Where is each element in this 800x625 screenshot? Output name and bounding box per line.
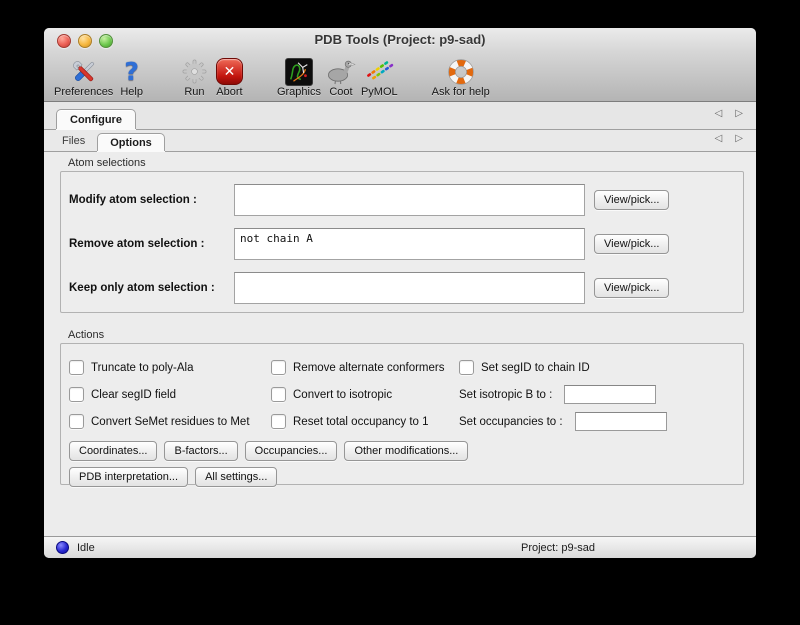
tab-strip-configure: Configure ◁ ▷ (44, 102, 756, 130)
tab-options[interactable]: Options (97, 133, 165, 151)
toolbar-item-label: PyMOL (361, 86, 398, 98)
tab-files[interactable]: Files (52, 132, 95, 151)
toolbar-item-label: Ask for help (432, 86, 490, 98)
checkbox-convert-semet-to-met[interactable] (69, 414, 84, 429)
atom-selections-group-label: Atom selections (68, 157, 756, 169)
modify-atom-selection-label: Modify atom selection : (69, 194, 234, 206)
checkbox-truncate-poly-ala[interactable] (69, 360, 84, 375)
graphics-molecule-icon (285, 57, 313, 86)
modify-atom-selection-field[interactable] (234, 184, 585, 216)
window-titlebar[interactable]: PDB Tools (Project: p9-sad) (44, 28, 756, 52)
checkbox-label: Reset total occupancy to 1 (293, 416, 429, 428)
actions-group: Truncate to poly-Ala Remove alternate co… (60, 343, 744, 485)
field-row-remove: Remove atom selection : not chain A View… (69, 228, 735, 260)
toolbar-item-label: Preferences (54, 86, 113, 98)
field-row-keep: Keep only atom selection : View/pick... (69, 272, 735, 304)
run-gear-icon (181, 57, 208, 86)
actions-group-label: Actions (68, 329, 756, 341)
toolbar-item-coot[interactable]: Coot (326, 57, 356, 98)
toolbar-item-abort[interactable]: ✕ Abort (216, 57, 243, 98)
zoom-button[interactable] (99, 34, 113, 48)
window-title: PDB Tools (Project: p9-sad) (44, 28, 756, 52)
coot-bird-icon (326, 57, 356, 86)
tab-strip-files-options: Files Options ◁ ▷ (44, 130, 756, 152)
set-isotropic-b-label: Set isotropic B to : (459, 389, 552, 401)
tab-scroll-left-icon[interactable]: ◁ (715, 133, 723, 144)
checkbox-clear-segid-field[interactable] (69, 387, 84, 402)
pdb-tools-window: PDB Tools (Project: p9-sad) Preferences (44, 28, 756, 558)
tab-scroll-right-icon[interactable]: ▷ (735, 108, 743, 119)
life-ring-icon (447, 57, 475, 86)
checkbox-label: Remove alternate conformers (293, 362, 444, 374)
entry-row-occupancies: Set occupancies to : (459, 408, 735, 435)
toolbar-item-label: Abort (216, 86, 242, 98)
all-settings-button[interactable]: All settings... (195, 467, 277, 487)
view-pick-button-keep[interactable]: View/pick... (594, 278, 669, 298)
set-isotropic-b-input[interactable] (564, 385, 656, 404)
checkbox-label: Truncate to poly-Ala (91, 362, 193, 374)
b-factors-button[interactable]: B-factors... (164, 441, 237, 461)
checkbox-row: Set segID to chain ID (459, 354, 735, 381)
toolbar: Preferences ? Help (44, 52, 756, 102)
pdb-interpretation-button[interactable]: PDB interpretation... (69, 467, 188, 487)
remove-atom-selection-field[interactable]: not chain A (234, 228, 585, 260)
help-question-icon: ? (124, 57, 139, 86)
keep-only-atom-selection-field[interactable] (234, 272, 585, 304)
keep-only-atom-selection-label: Keep only atom selection : (69, 282, 234, 294)
actions-buttons-row-2: PDB interpretation... All settings... (69, 467, 735, 487)
tab-scroll-right-icon[interactable]: ▷ (735, 133, 743, 144)
project-label: Project: p9-sad (521, 542, 595, 554)
toolbar-item-graphics[interactable]: Graphics (277, 57, 321, 98)
remove-atom-selection-label: Remove atom selection : (69, 238, 234, 250)
toolbar-item-ask-for-help[interactable]: Ask for help (432, 57, 490, 98)
entry-row-isotropic-b: Set isotropic B to : (459, 381, 735, 408)
close-button[interactable] (57, 34, 71, 48)
checkbox-row: Convert to isotropic (271, 381, 459, 408)
view-pick-button-remove[interactable]: View/pick... (594, 234, 669, 254)
toolbar-item-label: Run (184, 86, 204, 98)
status-led-icon (56, 541, 69, 554)
set-occupancies-label: Set occupancies to : (459, 416, 563, 428)
checkbox-remove-alternate-conformers[interactable] (271, 360, 286, 375)
actions-buttons-row-1: Coordinates... B-factors... Occupancies.… (69, 441, 735, 461)
checkbox-row: Remove alternate conformers (271, 354, 459, 381)
preferences-tools-icon (70, 57, 98, 86)
toolbar-item-label: Coot (329, 86, 352, 98)
checkbox-label: Convert SeMet residues to Met (91, 416, 250, 428)
options-tab-content: Atom selections Modify atom selection : … (44, 157, 756, 548)
checkbox-reset-total-occupancy[interactable] (271, 414, 286, 429)
toolbar-item-label: Graphics (277, 86, 321, 98)
pymol-rainbow-ribbon-icon (364, 57, 394, 86)
window-controls (57, 34, 113, 48)
actions-checkbox-grid: Truncate to poly-Ala Remove alternate co… (69, 354, 735, 435)
view-pick-button-modify[interactable]: View/pick... (594, 190, 669, 210)
toolbar-item-preferences[interactable]: Preferences (54, 57, 113, 98)
toolbar-item-pymol[interactable]: PyMOL (361, 57, 398, 98)
atom-selections-group: Modify atom selection : View/pick... Rem… (60, 171, 744, 313)
checkbox-row: Truncate to poly-Ala (69, 354, 271, 381)
status-text: Idle (77, 542, 95, 554)
checkbox-convert-to-isotropic[interactable] (271, 387, 286, 402)
occupancies-button[interactable]: Occupancies... (245, 441, 338, 461)
coordinates-button[interactable]: Coordinates... (69, 441, 157, 461)
field-row-modify: Modify atom selection : View/pick... (69, 184, 735, 216)
set-occupancies-input[interactable] (575, 412, 667, 431)
minimize-button[interactable] (78, 34, 92, 48)
checkbox-label: Set segID to chain ID (481, 362, 590, 374)
abort-stop-icon: ✕ (216, 57, 243, 86)
tab-scroll-left-icon[interactable]: ◁ (715, 108, 723, 119)
checkbox-label: Convert to isotropic (293, 389, 392, 401)
checkbox-set-segid-to-chain-id[interactable] (459, 360, 474, 375)
checkbox-row: Reset total occupancy to 1 (271, 408, 459, 435)
status-bar: Idle Project: p9-sad (44, 536, 756, 558)
toolbar-item-help[interactable]: ? Help (120, 57, 143, 98)
other-modifications-button[interactable]: Other modifications... (344, 441, 468, 461)
checkbox-label: Clear segID field (91, 389, 176, 401)
tab-configure[interactable]: Configure (56, 109, 136, 129)
toolbar-item-label: Help (120, 86, 143, 98)
checkbox-row: Clear segID field (69, 381, 271, 408)
checkbox-row: Convert SeMet residues to Met (69, 408, 271, 435)
toolbar-item-run[interactable]: Run (181, 57, 208, 98)
